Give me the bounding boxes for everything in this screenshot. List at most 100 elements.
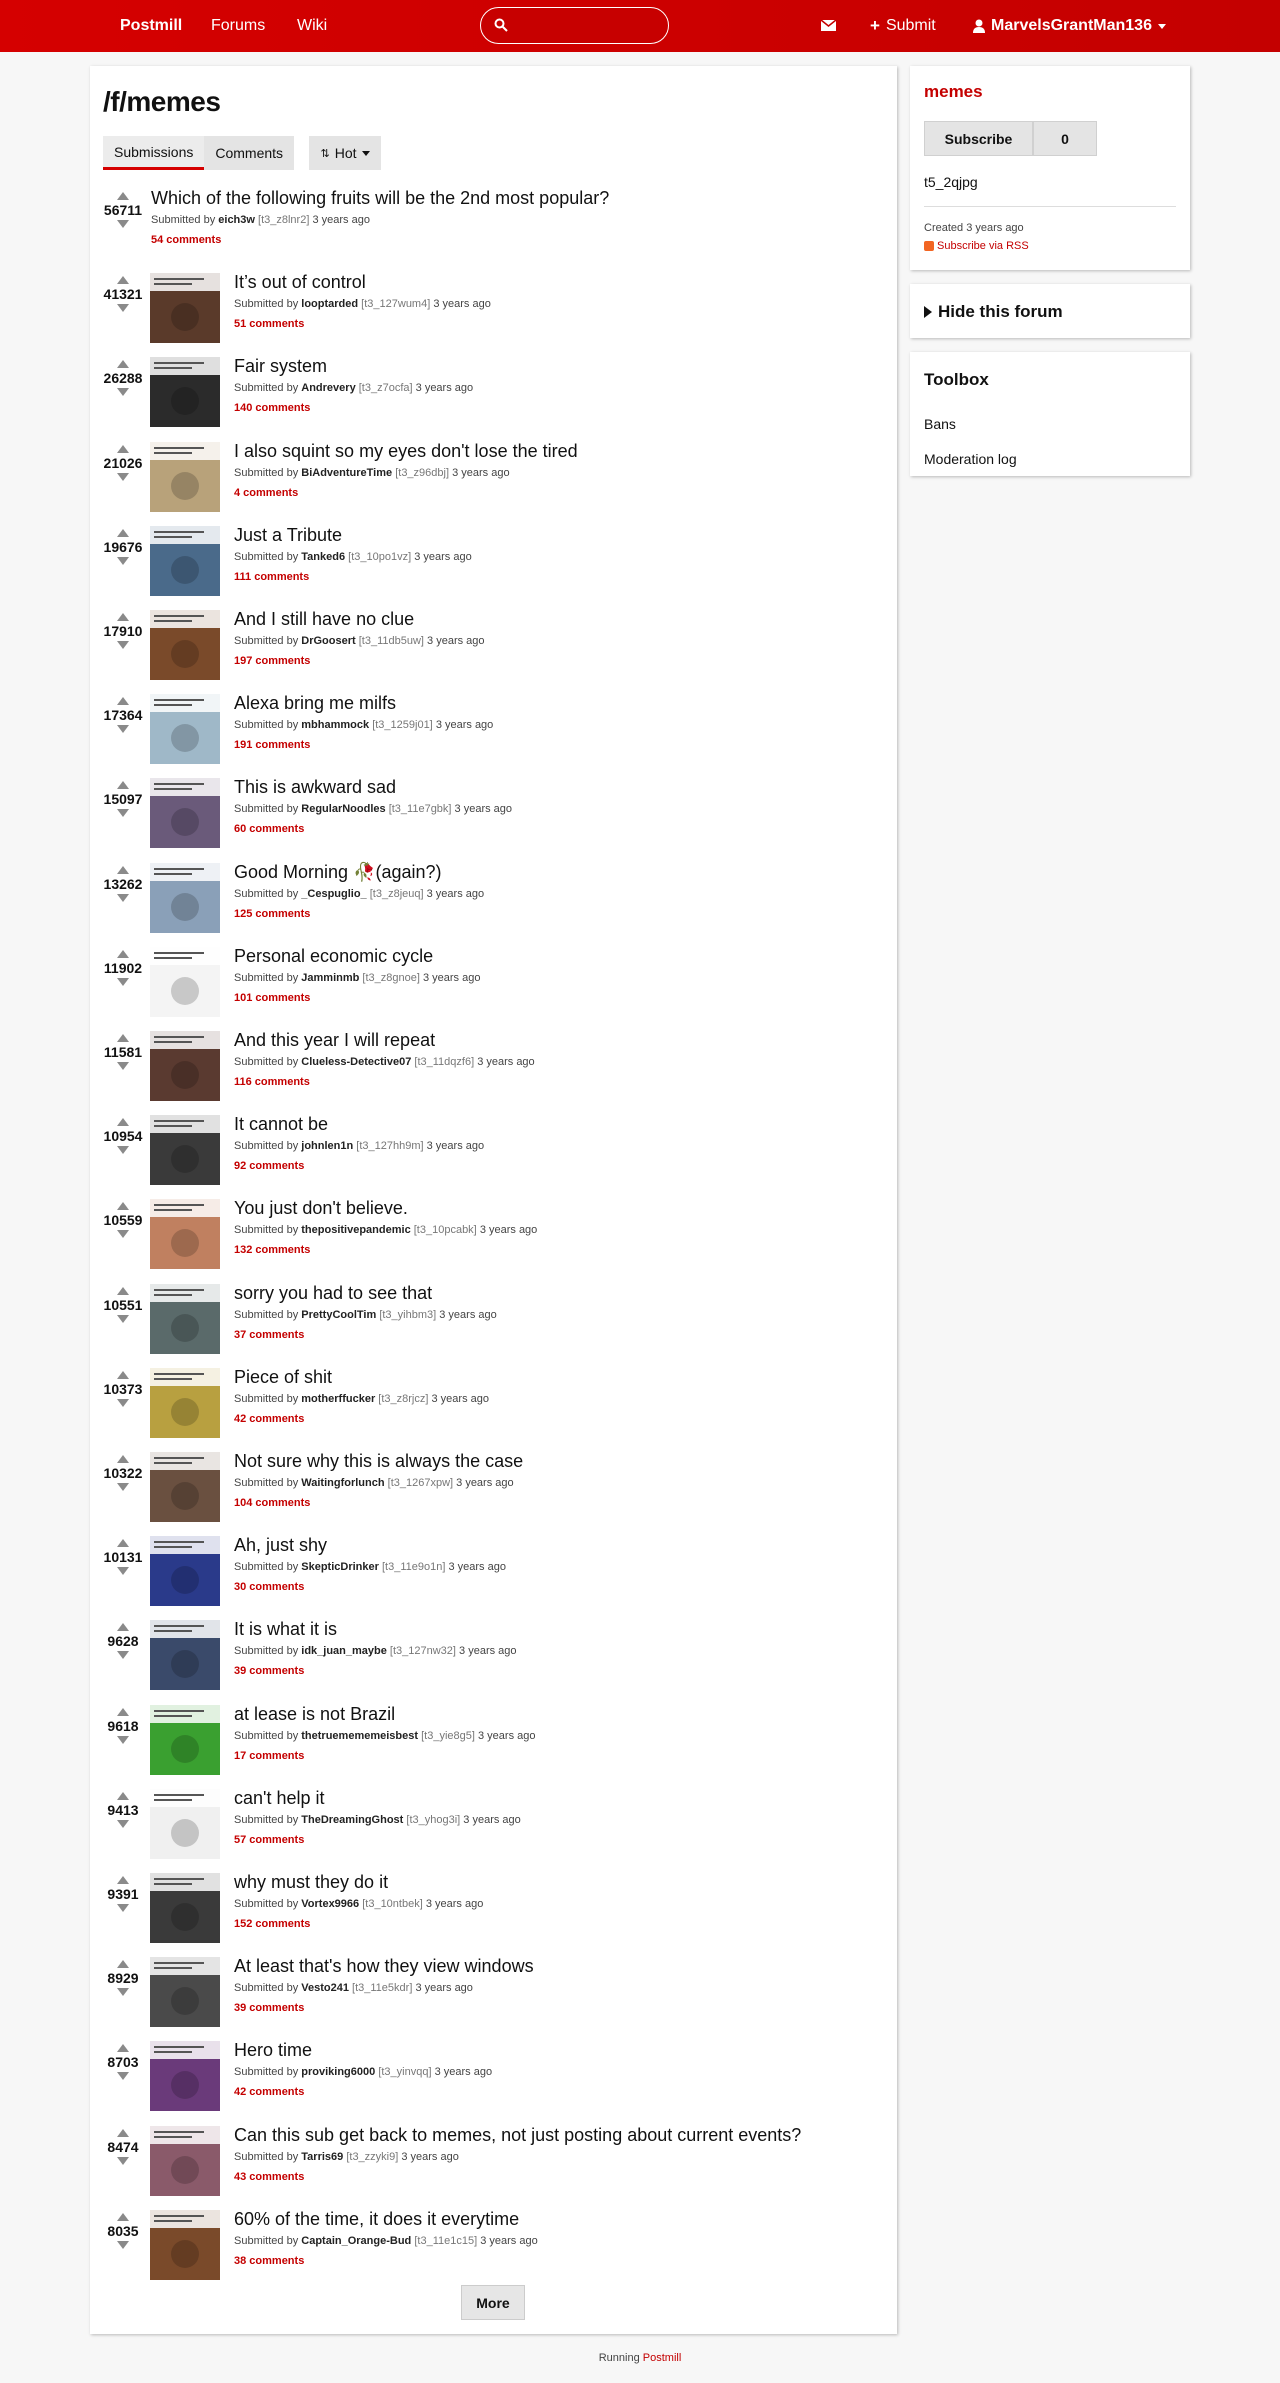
submission-title[interactable]: Piece of shit (234, 1365, 489, 1389)
submission-title[interactable]: Personal economic cycle (234, 944, 480, 968)
footer-postmill-link[interactable]: Postmill (643, 2352, 682, 2364)
thumbnail-image[interactable] (150, 273, 220, 343)
submission-author[interactable]: thetruemememeisbest (301, 1730, 418, 1742)
thumbnail-image[interactable] (150, 1536, 220, 1606)
upvote-icon[interactable] (117, 613, 129, 621)
downvote-icon[interactable] (117, 809, 129, 817)
submission-title[interactable]: I also squint so my eyes don't lose the … (234, 439, 578, 463)
submission-author[interactable]: proviking6000 (301, 2066, 375, 2078)
comments-link[interactable]: 30 comments (234, 1579, 506, 1596)
submission-author[interactable]: TheDreamingGhost (301, 1814, 403, 1826)
upvote-icon[interactable] (117, 1287, 129, 1295)
comments-link[interactable]: 92 comments (234, 1158, 484, 1175)
comments-link[interactable]: 116 comments (234, 1074, 535, 1091)
upvote-icon[interactable] (117, 1708, 129, 1716)
submission-author[interactable]: mbhammock (301, 719, 369, 731)
submission-title[interactable]: why must they do it (234, 1870, 483, 1894)
comments-link[interactable]: 4 comments (234, 485, 578, 502)
submission-title[interactable]: This is awkward sad (234, 775, 512, 799)
thumbnail-image[interactable] (150, 610, 220, 680)
thumbnail-image[interactable] (150, 1199, 220, 1269)
submission-title[interactable]: Which of the following fruits will be th… (151, 186, 609, 210)
thumbnail-image[interactable] (150, 1705, 220, 1775)
comments-link[interactable]: 38 comments (234, 2253, 538, 2270)
upvote-icon[interactable] (117, 276, 129, 284)
submission-title[interactable]: Not sure why this is always the case (234, 1449, 523, 1473)
downvote-icon[interactable] (117, 894, 129, 902)
thumbnail-image[interactable] (150, 1452, 220, 1522)
submission-author[interactable]: Andrevery (301, 382, 355, 394)
upvote-icon[interactable] (117, 1371, 129, 1379)
thumbnail-image[interactable] (150, 1789, 220, 1859)
submission-author[interactable]: BiAdventureTime (301, 467, 392, 479)
brand-link[interactable]: Postmill (120, 0, 182, 52)
upvote-icon[interactable] (117, 781, 129, 789)
upvote-icon[interactable] (117, 360, 129, 368)
thumbnail-image[interactable] (150, 778, 220, 848)
upvote-icon[interactable] (117, 1876, 129, 1884)
submission-author[interactable]: Captain_Orange-Bud (301, 2235, 411, 2247)
comments-link[interactable]: 42 comments (234, 1411, 489, 1428)
comments-link[interactable]: 111 comments (234, 569, 472, 586)
submission-author[interactable]: Clueless-Detective07 (301, 1056, 411, 1068)
downvote-icon[interactable] (117, 1483, 129, 1491)
downvote-icon[interactable] (117, 641, 129, 649)
user-menu[interactable]: MarvelsGrantMan136 (973, 0, 1166, 52)
downvote-icon[interactable] (117, 1820, 129, 1828)
downvote-icon[interactable] (117, 557, 129, 565)
submission-title[interactable]: Alexa bring me milfs (234, 691, 493, 715)
downvote-icon[interactable] (117, 1146, 129, 1154)
thumbnail-image[interactable] (150, 1031, 220, 1101)
submission-author[interactable]: Tanked6 (301, 551, 345, 563)
comments-link[interactable]: 42 comments (234, 2084, 492, 2101)
submission-title[interactable]: sorry you had to see that (234, 1281, 497, 1305)
upvote-icon[interactable] (117, 2044, 129, 2052)
comments-link[interactable]: 140 comments (234, 400, 473, 417)
upvote-icon[interactable] (117, 1960, 129, 1968)
thumbnail-image[interactable] (150, 2210, 220, 2280)
comments-link[interactable]: 39 comments (234, 1663, 517, 1680)
tab-comments[interactable]: Comments (204, 136, 295, 170)
comments-link[interactable]: 37 comments (234, 1327, 497, 1344)
downvote-icon[interactable] (117, 1315, 129, 1323)
tab-submissions[interactable]: Submissions (103, 136, 205, 170)
submission-title[interactable]: at lease is not Brazil (234, 1702, 535, 1726)
submission-author[interactable]: SkepticDrinker (301, 1561, 379, 1573)
downvote-icon[interactable] (117, 2157, 129, 2165)
downvote-icon[interactable] (117, 2072, 129, 2080)
submission-title[interactable]: 60% of the time, it does it everytime (234, 2207, 538, 2231)
comments-link[interactable]: 51 comments (234, 316, 491, 333)
downvote-icon[interactable] (117, 1904, 129, 1912)
comments-link[interactable]: 132 comments (234, 1242, 537, 1259)
thumbnail-image[interactable] (150, 2041, 220, 2111)
submission-author[interactable]: DrGoosert (301, 635, 355, 647)
comments-link[interactable]: 104 comments (234, 1495, 523, 1512)
comments-link[interactable]: 17 comments (234, 1748, 535, 1765)
envelope-icon[interactable] (820, 17, 837, 34)
submission-title[interactable]: At least that's how they view windows (234, 1954, 534, 1978)
downvote-icon[interactable] (117, 1230, 129, 1238)
thumbnail-image[interactable] (150, 1115, 220, 1185)
upvote-icon[interactable] (117, 529, 129, 537)
upvote-icon[interactable] (117, 866, 129, 874)
submission-author[interactable]: Jamminmb (301, 972, 359, 984)
nav-forums[interactable]: Forums (211, 0, 265, 52)
submission-author[interactable]: _Cespuglio_ (301, 888, 366, 900)
submission-title[interactable]: And this year I will repeat (234, 1028, 535, 1052)
submission-title[interactable]: can't help it (234, 1786, 521, 1810)
thumbnail-image[interactable] (150, 1620, 220, 1690)
thumbnail-image[interactable] (150, 1873, 220, 1943)
upvote-icon[interactable] (117, 1034, 129, 1042)
submission-author[interactable]: motherffucker (301, 1393, 375, 1405)
thumbnail-image[interactable] (150, 694, 220, 764)
moderation-log-link[interactable]: Moderation log (924, 451, 1017, 467)
submission-author[interactable]: Tarris69 (301, 2151, 343, 2163)
upvote-icon[interactable] (117, 1202, 129, 1210)
subscribe-button[interactable]: Subscribe (924, 121, 1033, 156)
comments-link[interactable]: 60 comments (234, 821, 512, 838)
submission-title[interactable]: Can this sub get back to memes, not just… (234, 2123, 801, 2147)
upvote-icon[interactable] (117, 445, 129, 453)
upvote-icon[interactable] (117, 192, 129, 200)
downvote-icon[interactable] (117, 220, 129, 228)
submission-title[interactable]: And I still have no clue (234, 607, 485, 631)
